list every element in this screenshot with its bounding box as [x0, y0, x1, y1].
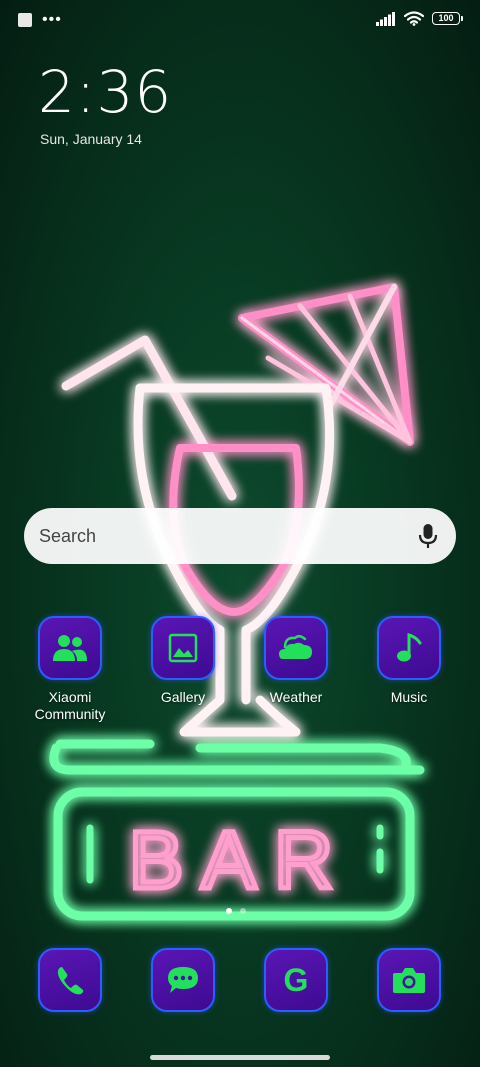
- gallery-icon[interactable]: [151, 616, 215, 680]
- phone-icon[interactable]: [38, 948, 102, 1012]
- bar-sign-text: BAR: [129, 815, 352, 906]
- clock-time[interactable]: 2:36: [38, 58, 172, 126]
- page-dot-active: [226, 908, 232, 914]
- search-placeholder[interactable]: Search: [39, 526, 418, 547]
- dock-phone[interactable]: [20, 948, 120, 1012]
- battery-level: 100: [438, 13, 454, 23]
- status-bar: ••• 100: [0, 0, 480, 42]
- app-xiaomi-community[interactable]: Xiaomi Community: [20, 616, 120, 723]
- page-indicator: [226, 908, 246, 914]
- clock-date[interactable]: Sun, January 14: [40, 131, 142, 147]
- notification-icon: [18, 13, 32, 27]
- app-gallery[interactable]: Gallery: [133, 616, 233, 706]
- app-music[interactable]: Music: [359, 616, 459, 706]
- signal-icon: [376, 11, 395, 26]
- more-notifications-icon: •••: [42, 11, 62, 28]
- home-indicator[interactable]: [150, 1055, 330, 1060]
- page-dot: [240, 908, 246, 914]
- wifi-icon: [404, 11, 424, 26]
- app-label: Weather: [269, 689, 323, 705]
- messages-icon[interactable]: [151, 948, 215, 1012]
- app-label: Music: [390, 689, 428, 705]
- google-glyph: G: [283, 961, 309, 998]
- dock-messages[interactable]: [133, 948, 233, 1012]
- battery-icon: 100: [432, 12, 463, 25]
- app-label: Xiaomi Community: [34, 689, 106, 722]
- search-bar[interactable]: Search: [24, 508, 456, 564]
- google-icon[interactable]: G: [264, 948, 328, 1012]
- app-weather[interactable]: Weather: [246, 616, 346, 706]
- neon-bar-wallpaper: BAR: [49, 283, 425, 921]
- microphone-icon[interactable]: [418, 523, 438, 549]
- camera-icon[interactable]: [377, 948, 441, 1012]
- weather-icon[interactable]: [264, 616, 328, 680]
- app-label: Gallery: [160, 689, 206, 705]
- dock-camera[interactable]: [359, 948, 459, 1012]
- dock-google[interactable]: G: [246, 948, 346, 1012]
- music-icon[interactable]: [377, 616, 441, 680]
- community-icon[interactable]: [38, 616, 102, 680]
